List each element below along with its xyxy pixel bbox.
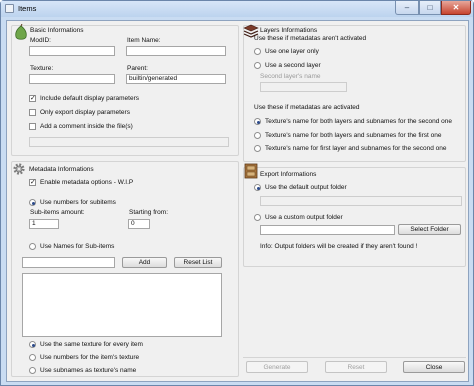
layers-intro: Use these if metadatas aren't activated (254, 35, 367, 42)
subnames-texture-label: Use subnames as texture's name (40, 367, 137, 374)
starting-from-label: Starting from: (129, 209, 169, 216)
custom-folder-label: Use a custom output folder (265, 214, 343, 221)
same-texture-label: Use the same texture for every item (40, 341, 143, 348)
subitems-amount-input[interactable]: 1 (29, 219, 59, 229)
enable-metadata-checkbox[interactable] (29, 178, 36, 186)
subitems-listbox[interactable] (22, 273, 222, 337)
custom-folder-input[interactable] (260, 225, 395, 235)
maximize-icon: □ (427, 3, 433, 12)
same-texture-radio[interactable] (29, 341, 36, 348)
only-export-checkbox[interactable] (29, 109, 36, 116)
subitems-amount-label: Sub-items amount: (30, 209, 85, 216)
second-layer-name-input[interactable] (260, 82, 347, 92)
minimize-button[interactable]: – (395, 1, 419, 15)
include-display-label: Include default display parameters (40, 95, 140, 102)
one-layer-radio[interactable] (254, 48, 261, 55)
client-area: Basic Informations ModID: Item Name: Tex… (6, 20, 469, 382)
meta-intro: Use these if metadatas are activated (254, 104, 360, 111)
select-folder-button[interactable]: Select Folder (398, 224, 461, 235)
layers-title: Layers Informations (260, 27, 318, 34)
one-layer-label: Use one layer only (265, 48, 319, 55)
texture-input[interactable] (29, 74, 115, 84)
default-folder-path[interactable] (260, 196, 462, 206)
texture-label: Texture: (30, 65, 54, 72)
close-button[interactable]: Close (403, 361, 465, 373)
parent-label: Parent: (127, 65, 148, 72)
comment-input[interactable] (29, 137, 229, 147)
basic-info-icon (15, 24, 27, 40)
default-folder-radio[interactable] (254, 184, 261, 191)
window-title: Items (18, 4, 37, 13)
add-comment-label: Add a comment inside the file(s) (40, 123, 133, 130)
starting-from-input[interactable]: 0 (128, 219, 150, 229)
minimize-icon: – (404, 3, 410, 12)
item-name-label: Item Name: (127, 37, 161, 44)
default-folder-label: Use the default output folder (265, 184, 347, 191)
use-numbers-radio[interactable] (29, 199, 36, 206)
only-export-label: Only export display parameters (40, 109, 130, 116)
subitem-name-input[interactable] (22, 257, 115, 268)
gear-icon (13, 163, 25, 175)
use-names-label: Use Names for Sub-items (40, 243, 115, 250)
metadata-title: Metadata Informations (29, 166, 94, 173)
modid-input[interactable] (29, 46, 115, 56)
add-comment-checkbox[interactable] (29, 123, 36, 130)
use-names-radio[interactable] (29, 243, 36, 250)
custom-folder-radio[interactable] (254, 214, 261, 221)
layers-info-group (243, 25, 466, 162)
cabinet-icon (244, 163, 258, 179)
enable-metadata-label: Enable metadata options - W.I.P (40, 179, 134, 186)
close-icon: ✕ (452, 3, 460, 12)
subnames-texture-radio[interactable] (29, 367, 36, 374)
parent-input[interactable]: builtin/generated (126, 74, 226, 84)
add-button[interactable]: Add (122, 257, 167, 268)
generate-button[interactable]: Generate (246, 361, 308, 373)
both-first-label: Texture's name for both layers and subna… (265, 132, 442, 139)
basic-info-title: Basic Informations (30, 27, 84, 34)
reset-list-button[interactable]: Reset List (174, 257, 222, 268)
export-title: Export Informations (260, 171, 317, 178)
window-icon (5, 4, 14, 13)
maximize-button[interactable]: □ (419, 1, 441, 15)
reset-button[interactable]: Reset (325, 361, 387, 373)
first-both-label: Texture's name for first layer and subna… (265, 145, 447, 152)
include-display-checkbox[interactable] (29, 94, 36, 102)
use-numbers-label: Use numbers for subitems (40, 199, 116, 206)
second-layer-label: Use a second layer (265, 62, 321, 69)
export-info-note: Info: Output folders will be created if … (260, 243, 418, 250)
both-first-radio[interactable] (254, 132, 261, 139)
numbers-texture-label: Use numbers for the item's texture (40, 354, 140, 361)
both-second-label: Texture's name for both layers and subna… (265, 118, 452, 125)
numbers-texture-radio[interactable] (29, 354, 36, 361)
first-both-radio[interactable] (254, 145, 261, 152)
second-layer-radio[interactable] (254, 62, 261, 69)
footer-divider (243, 357, 466, 358)
items-window: Items – □ ✕ Basic Informations ModID: It… (0, 0, 474, 386)
close-window-button[interactable]: ✕ (441, 1, 471, 15)
item-name-input[interactable] (126, 46, 226, 56)
modid-label: ModID: (30, 37, 51, 44)
second-layer-name-label: Second layer's name (260, 73, 321, 80)
both-second-radio[interactable] (254, 118, 261, 125)
